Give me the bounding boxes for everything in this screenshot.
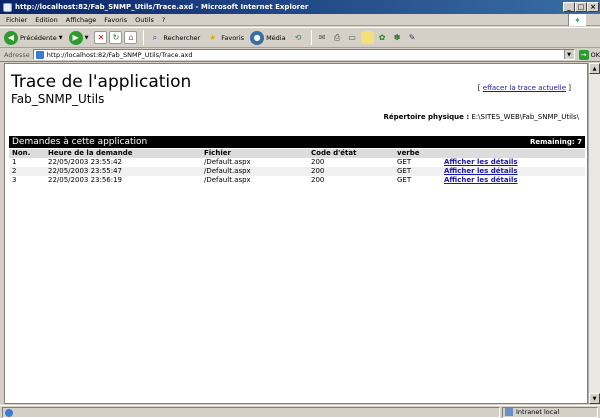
col-verb: verbe: [394, 149, 441, 158]
address-input[interactable]: http://localhost:82/Fab_SNMP_Utils/Trace…: [32, 49, 575, 60]
chevron-down-icon[interactable]: ▼: [59, 35, 63, 41]
view-details-link[interactable]: Afficher les détails: [444, 158, 518, 166]
requests-header: Demandes à cette application Remaining: …: [9, 136, 585, 148]
col-time: Heure de la demande: [45, 149, 201, 158]
chevron-down-icon[interactable]: ▼: [563, 50, 574, 59]
back-button[interactable]: ◀ Précédente ▼: [4, 30, 63, 45]
home-icon[interactable]: ⌂: [124, 31, 138, 44]
col-link: [441, 149, 585, 158]
vertical-scrollbar[interactable]: ▲ ▼: [588, 63, 600, 404]
stop-icon[interactable]: ✕: [94, 31, 108, 44]
windows-logo-icon: ✦: [568, 14, 586, 26]
media-button[interactable]: ● Média: [250, 30, 286, 45]
window-title: http://localhost:82/Fab_SNMP_Utils/Trace…: [15, 3, 309, 11]
toolbar-separator: [143, 30, 145, 45]
search-button[interactable]: ⌕ Rechercher: [148, 31, 201, 44]
menubar: Fichier Edition Affichage Favoris Outils…: [0, 14, 600, 26]
security-zone: Intranet local: [502, 406, 598, 418]
status-text: [2, 406, 500, 418]
menu-favoris[interactable]: Favoris: [104, 16, 127, 24]
menu-affichage[interactable]: Affichage: [66, 16, 97, 24]
mail-icon[interactable]: ✉: [316, 31, 329, 44]
physical-directory: Répertoire physique : E:\SITES_WEB\Fab_S…: [384, 113, 580, 121]
favorites-button[interactable]: ★ Favoris: [206, 31, 244, 44]
address-label: Adresse: [4, 50, 30, 59]
scroll-down-icon[interactable]: ▼: [589, 393, 600, 404]
col-num: Non.: [9, 149, 45, 158]
page-subtitle: Fab_SNMP_Utils: [11, 92, 105, 106]
chevron-down-icon[interactable]: ▼: [85, 35, 89, 41]
page-content: Trace de l'application Fab_SNMP_Utils [ …: [4, 63, 588, 404]
menu-fichier[interactable]: Fichier: [6, 16, 27, 24]
star-icon: ★: [209, 33, 217, 42]
ie-status-icon: [5, 408, 13, 417]
close-button[interactable]: ×: [587, 2, 599, 12]
col-file: Fichier: [201, 149, 308, 158]
tool-icon[interactable]: ✎: [406, 31, 419, 44]
go-arrow-icon: →: [578, 49, 589, 60]
messenger-icon[interactable]: ✿: [376, 31, 389, 44]
page-icon: [35, 50, 44, 59]
menu-help[interactable]: ?: [162, 16, 165, 24]
ie-page-icon: [3, 2, 12, 12]
page-title: Trace de l'application: [11, 72, 192, 92]
edit-icon[interactable]: ▭: [346, 31, 359, 44]
table-row: 1 22/05/2003 23:55:42 /Default.aspx 200 …: [12, 158, 518, 166]
search-icon: ⌕: [152, 32, 158, 42]
view-details-link[interactable]: Afficher les détails: [444, 167, 518, 175]
print-icon[interactable]: ⎙: [331, 31, 344, 44]
table-row: 3 22/05/2003 23:56:19 /Default.aspx 200 …: [12, 176, 518, 184]
toolbar-separator: [310, 30, 312, 45]
intranet-zone-icon: [505, 408, 513, 416]
refresh-icon[interactable]: ↻: [109, 31, 123, 44]
status-bar: Intranet local: [0, 405, 600, 418]
go-button[interactable]: → OK: [578, 49, 600, 60]
remaining-count: Remaining: 7: [529, 138, 582, 146]
toolbar: ◀ Précédente ▼ ▶ ▼ ✕ ↻ ⌂ ⌕ Rechercher ★ …: [0, 27, 600, 48]
research-icon[interactable]: ✽: [391, 31, 404, 44]
col-code: Code d'état: [308, 149, 394, 158]
table-header-row: Non. Heure de la demande Fichier Code d'…: [9, 149, 585, 158]
back-arrow-icon: ◀: [4, 30, 18, 45]
requests-title: Demandes à cette application: [12, 137, 148, 147]
forward-button[interactable]: ▶ ▼: [68, 30, 89, 45]
scroll-up-icon[interactable]: ▲: [589, 63, 600, 74]
address-bar: Adresse http://localhost:82/Fab_SNMP_Uti…: [0, 48, 600, 62]
physical-directory-path: E:\SITES_WEB\Fab_SNMP_Utils\: [471, 113, 579, 121]
view-details-link[interactable]: Afficher les détails: [444, 176, 518, 184]
forward-arrow-icon: ▶: [68, 30, 83, 45]
discuss-icon[interactable]: [360, 31, 374, 44]
minimize-button[interactable]: _: [563, 2, 575, 12]
menu-outils[interactable]: Outils: [135, 16, 154, 24]
maximize-button[interactable]: □: [575, 2, 587, 12]
physical-directory-label: Répertoire physique :: [383, 113, 470, 121]
requests-table: Non. Heure de la demande Fichier Code d'…: [9, 149, 585, 185]
window-titlebar: http://localhost:82/Fab_SNMP_Utils/Trace…: [0, 0, 600, 14]
history-icon[interactable]: ⟲: [292, 31, 305, 44]
media-icon: ●: [250, 30, 265, 45]
menu-edition[interactable]: Edition: [35, 16, 58, 24]
table-row: 2 22/05/2003 23:55:47 /Default.aspx 200 …: [9, 167, 585, 176]
clear-trace-link[interactable]: effacer la trace actuelle: [483, 84, 566, 92]
clear-trace: [ effacer la trace actuelle ]: [477, 84, 571, 92]
